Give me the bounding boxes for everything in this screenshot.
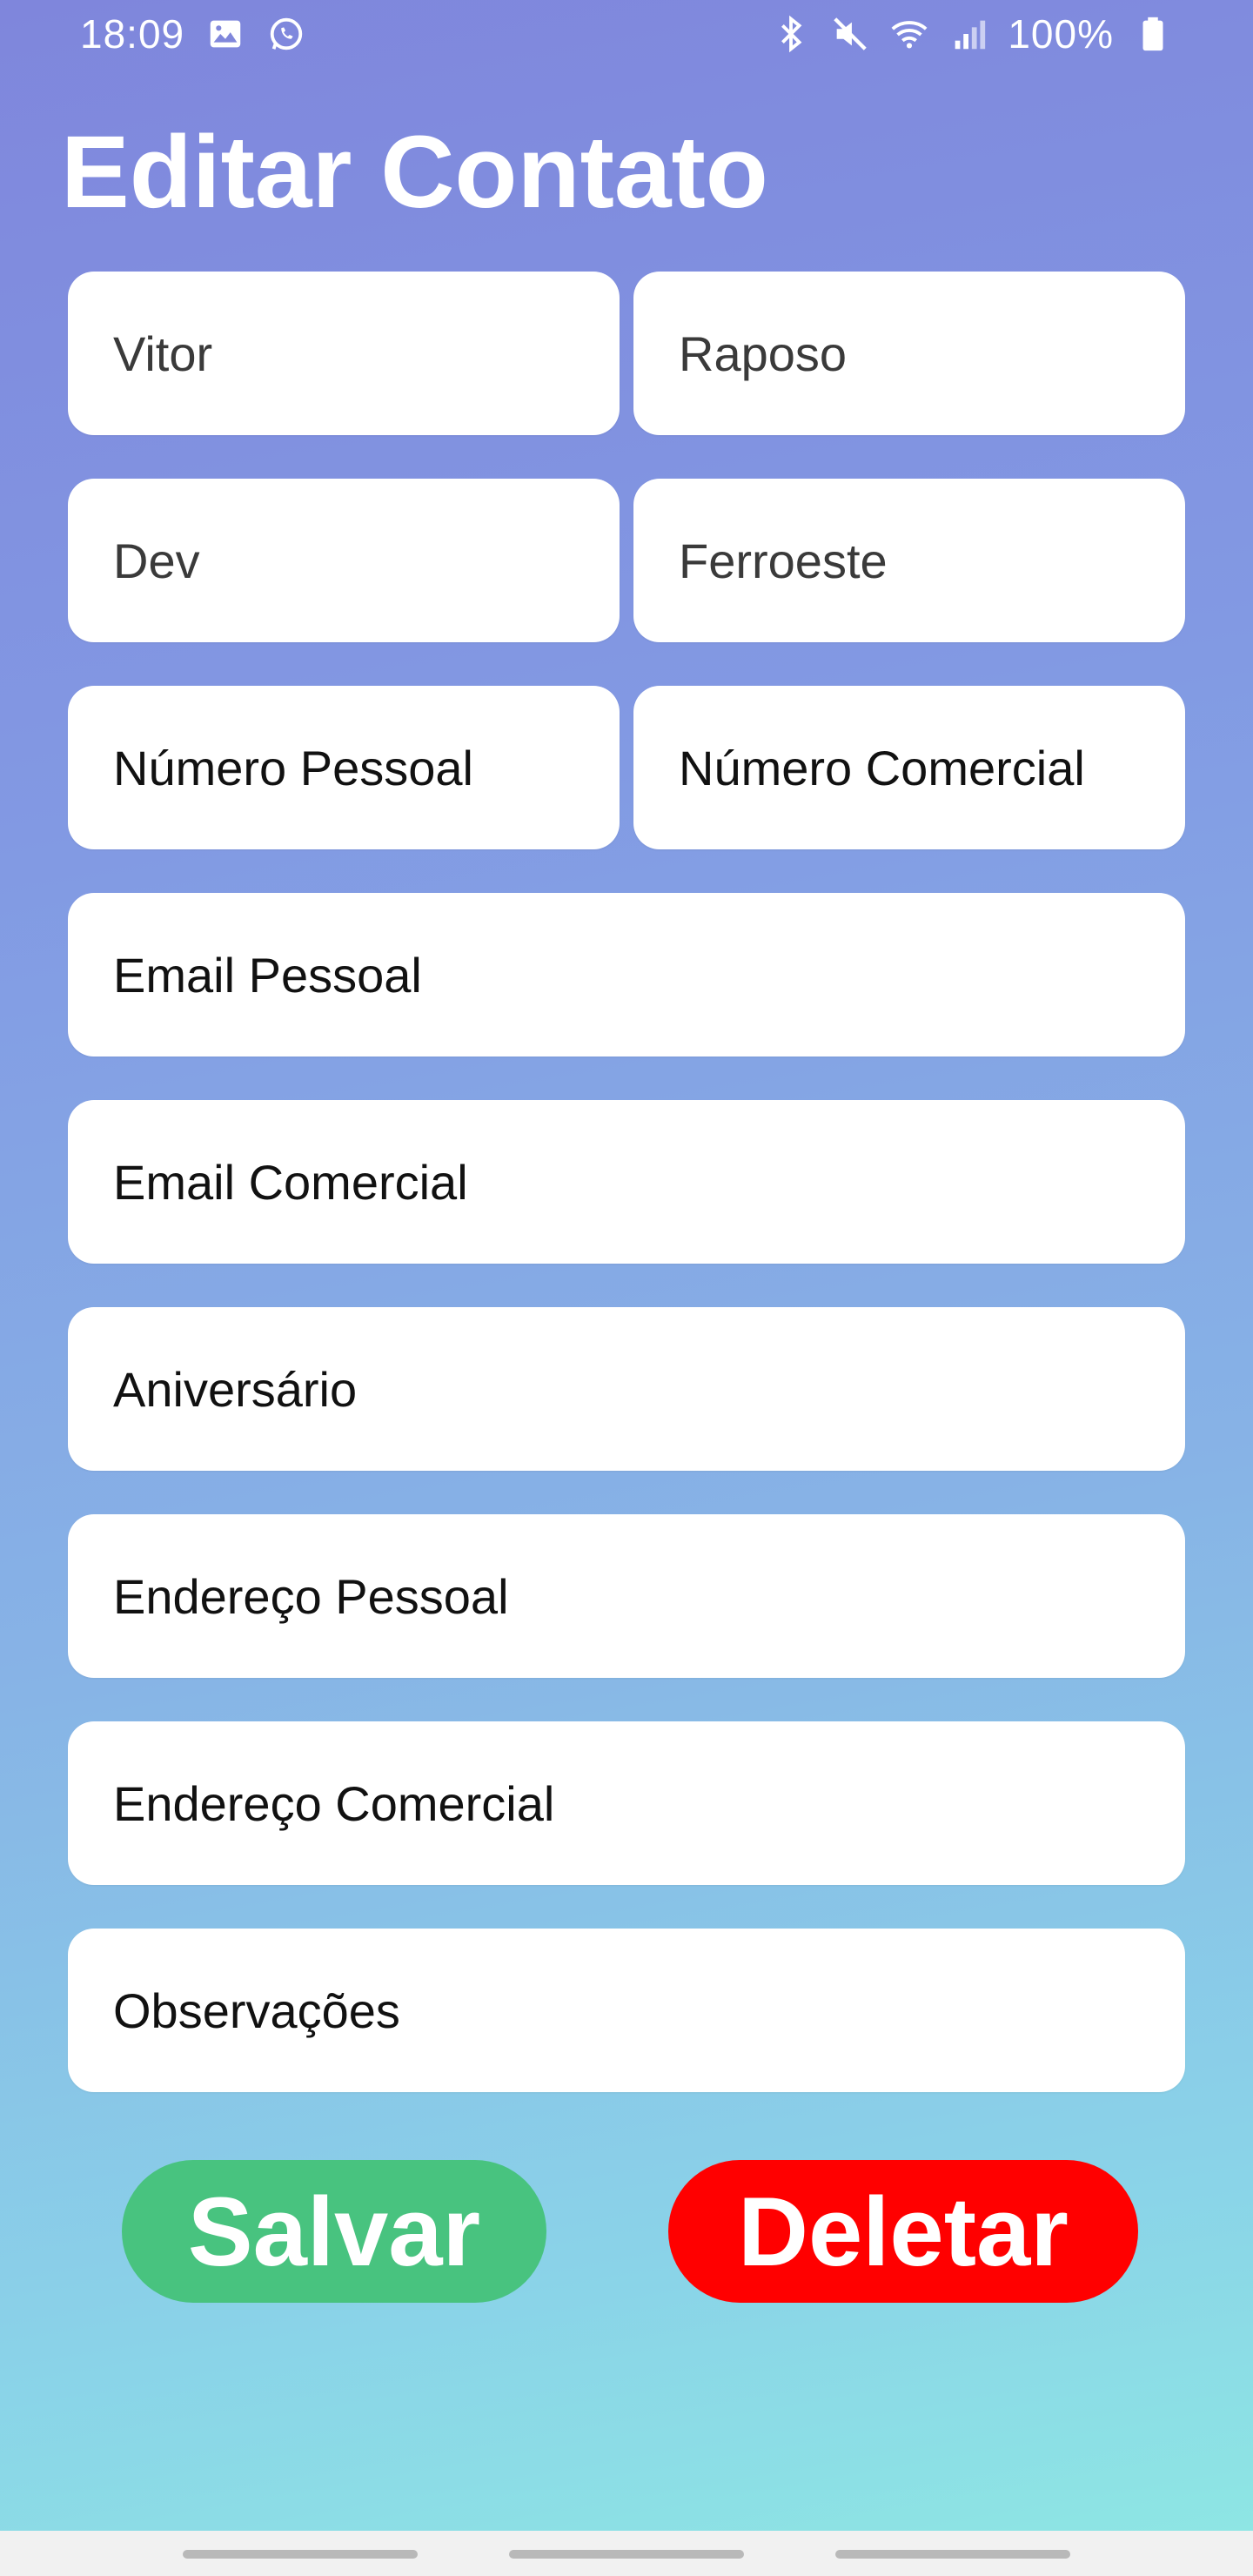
job-title-field[interactable]: Dev (68, 479, 620, 642)
bluetooth-icon (771, 14, 811, 54)
notes-placeholder: Observações (113, 1982, 400, 2038)
business-number-placeholder: Número Comercial (679, 740, 1085, 795)
status-bar-left: 18:09 (80, 10, 306, 57)
status-bar-right: 100% (771, 10, 1173, 57)
mute-icon (830, 14, 870, 54)
wifi-icon (889, 14, 929, 54)
personal-address-field[interactable]: Endereço Pessoal (68, 1514, 1185, 1678)
recent-apps-pill[interactable] (183, 2550, 418, 2559)
first-name-value: Vitor (113, 325, 213, 381)
business-email-placeholder: Email Comercial (113, 1154, 468, 1210)
business-address-placeholder: Endereço Comercial (113, 1775, 555, 1831)
home-pill[interactable] (509, 2550, 744, 2559)
last-name-field[interactable]: Raposo (633, 272, 1185, 435)
birthday-placeholder: Aniversário (113, 1361, 358, 1417)
page-title: Editar Contato (61, 115, 768, 230)
delete-button[interactable]: Deletar (668, 2160, 1138, 2303)
business-email-field[interactable]: Email Comercial (68, 1100, 1185, 1264)
company-value: Ferroeste (679, 533, 888, 588)
notes-field[interactable]: Observações (68, 1929, 1185, 2092)
save-button[interactable]: Salvar (122, 2160, 546, 2303)
last-name-value: Raposo (679, 325, 848, 381)
whatsapp-icon (266, 14, 306, 54)
navigation-bar (0, 2531, 1253, 2576)
status-time: 18:09 (80, 11, 185, 57)
job-title-value: Dev (113, 533, 200, 588)
personal-number-field[interactable]: Número Pessoal (68, 686, 620, 849)
birthday-field[interactable]: Aniversário (68, 1307, 1185, 1471)
personal-number-placeholder: Número Pessoal (113, 740, 473, 795)
back-pill[interactable] (835, 2550, 1070, 2559)
signal-icon (948, 14, 988, 54)
business-address-field[interactable]: Endereço Comercial (68, 1721, 1185, 1885)
image-icon (205, 14, 245, 54)
battery-icon (1133, 14, 1173, 54)
personal-address-placeholder: Endereço Pessoal (113, 1568, 509, 1624)
first-name-field[interactable]: Vitor (68, 272, 620, 435)
personal-email-placeholder: Email Pessoal (113, 947, 422, 1003)
business-number-field[interactable]: Número Comercial (633, 686, 1185, 849)
battery-percentage: 100% (1008, 11, 1114, 57)
status-bar: 18:09 100% (0, 0, 1253, 73)
company-field[interactable]: Ferroeste (633, 479, 1185, 642)
personal-email-field[interactable]: Email Pessoal (68, 893, 1185, 1057)
